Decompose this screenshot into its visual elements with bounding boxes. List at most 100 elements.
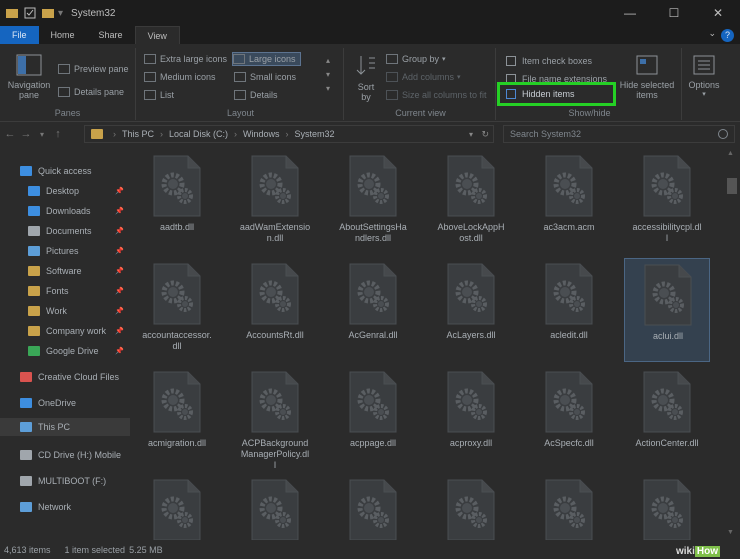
file-tile[interactable]: aclui.dll [624, 258, 710, 362]
refresh-icon[interactable]: ↻ [481, 129, 489, 140]
file-tile[interactable]: acproxy.dll [428, 366, 514, 470]
sidebar-item[interactable]: CD Drive (H:) Mobile [0, 446, 130, 464]
quick-access-dropdown-icon[interactable]: ▾ [58, 8, 63, 19]
file-tile[interactable]: acledit.dll [526, 258, 612, 362]
tab-share[interactable]: Share [87, 26, 135, 44]
back-arrow-icon[interactable]: ← [2, 128, 18, 140]
breadcrumb-this-pc[interactable]: This PC [122, 129, 154, 139]
file-tile[interactable]: ac3acm.acm [526, 150, 612, 254]
close-icon[interactable]: ✕ [696, 0, 740, 26]
sidebar-item[interactable]: Google Drive 📌 [0, 342, 130, 360]
preview-pane-button[interactable]: Preview pane [58, 62, 129, 76]
breadcrumb-system32[interactable]: System32 [295, 129, 335, 139]
file-name-line: acproxy.dll [449, 438, 493, 448]
file-tile[interactable]: accountaccessor. dll [134, 258, 220, 362]
tab-file[interactable]: File [0, 26, 39, 44]
file-tile[interactable]: accessibilitycpl.dl l [624, 150, 710, 254]
item-check-boxes-toggle[interactable]: Item check boxes [506, 54, 592, 68]
hide-selected-items-button[interactable]: Hide selected items [616, 54, 678, 100]
sidebar-item[interactable]: Documents 📌 [0, 222, 130, 240]
file-tile[interactable]: AcGenral.dll [330, 258, 416, 362]
dll-file-icon [349, 479, 397, 540]
file-name-line: accountaccessor. [142, 330, 212, 340]
file-tile[interactable]: AcSpecfc.dll [526, 366, 612, 470]
breadcrumb-windows[interactable]: Windows [243, 129, 280, 139]
minimize-icon[interactable]: — [608, 0, 652, 26]
sidebar-item[interactable]: Creative Cloud Files [0, 368, 130, 386]
options-button[interactable]: Options ▾ [684, 54, 724, 100]
maximize-icon[interactable]: ☐ [652, 0, 696, 26]
sidebar-item[interactable]: Software 📌 [0, 262, 130, 280]
file-tile-partial[interactable] [624, 474, 710, 540]
new-folder-icon[interactable] [42, 7, 54, 19]
collapse-ribbon-icon[interactable]: ⌄ [708, 28, 716, 39]
file-tile[interactable]: acppage.dll [330, 366, 416, 470]
file-tile-partial[interactable] [330, 474, 416, 540]
layout-medium-icons[interactable]: Medium icons [144, 70, 216, 84]
sidebar-item[interactable]: This PC [0, 418, 130, 436]
file-tile-partial[interactable] [428, 474, 514, 540]
layout-large-icons[interactable]: Large icons [232, 52, 301, 66]
tab-view[interactable]: View [134, 26, 180, 44]
chevron-right-icon[interactable]: › [113, 129, 116, 139]
sort-by-button[interactable]: Sort by [352, 54, 380, 102]
sidebar-item[interactable]: Network [0, 498, 130, 516]
group-by-button[interactable]: Group by ▾ [386, 52, 446, 66]
chevron-right-icon[interactable]: › [234, 129, 237, 139]
sidebar-item[interactable]: Downloads 📌 [0, 202, 130, 220]
layout-scroll-icon[interactable]: ▴ ▾ ▾ [326, 54, 330, 96]
tab-home[interactable]: Home [39, 26, 87, 44]
layout-list[interactable]: List [144, 88, 174, 102]
scroll-up-icon[interactable]: ▲ [727, 150, 734, 157]
file-tile[interactable]: ACPBackground ManagerPolicy.dl l [232, 366, 318, 470]
file-tile[interactable]: aadWamExtensio n.dll [232, 150, 318, 254]
layout-details[interactable]: Details [234, 88, 278, 102]
file-tile[interactable]: AcLayers.dll [428, 258, 514, 362]
vertical-scrollbar[interactable]: ▲ ▼ [724, 146, 740, 540]
file-tile-partial[interactable] [232, 474, 318, 540]
layout-extra-large-icons[interactable]: Extra large icons [144, 52, 227, 66]
sidebar-item[interactable]: Desktop 📌 [0, 182, 130, 200]
file-tile-partial[interactable] [134, 474, 220, 540]
properties-check-icon[interactable] [24, 7, 36, 19]
file-name-line: ACPBackground [241, 438, 309, 448]
search-input[interactable]: Search System32 [503, 125, 735, 143]
sidebar-item[interactable]: Work 📌 [0, 302, 130, 320]
address-dropdown-icon[interactable]: ▾ [469, 130, 473, 139]
pin-icon: 📌 [115, 348, 124, 355]
add-columns-button[interactable]: Add columns ▾ [386, 70, 461, 84]
hidden-items-toggle[interactable]: Hidden items [497, 82, 616, 106]
details-pane-button[interactable]: Details pane [58, 85, 124, 99]
pin-icon: 📌 [115, 328, 124, 335]
address-bar[interactable]: › This PC › Local Disk (C:) › Windows › … [84, 125, 494, 143]
file-tile[interactable]: AboutSettingsHa ndlers.dll [330, 150, 416, 254]
sidebar-item[interactable]: Company work 📌 [0, 322, 130, 340]
navigation-pane-button[interactable]: Navigation pane [4, 54, 54, 100]
sidebar-item[interactable]: OneDrive [0, 394, 130, 412]
sidebar-item[interactable]: MULTIBOOT (F:) [0, 472, 130, 490]
sidebar-item-label: CD Drive (H:) Mobile [38, 450, 122, 460]
layout-small-icons[interactable]: Small icons [234, 70, 296, 84]
size-columns-button[interactable]: Size all columns to fit [386, 88, 487, 102]
file-tile[interactable]: AccountsRt.dll [232, 258, 318, 362]
file-tile-partial[interactable] [526, 474, 612, 540]
scrollbar-thumb[interactable] [727, 178, 737, 194]
file-tile[interactable]: aadtb.dll [134, 150, 220, 254]
sidebar-item[interactable]: Quick access [0, 162, 130, 180]
chevron-right-icon[interactable]: › [286, 129, 289, 139]
ribbon-tabs: File Home Share View [0, 26, 740, 44]
help-icon[interactable]: ? [721, 29, 734, 42]
folder-icon [28, 306, 40, 316]
file-tile[interactable]: ActionCenter.dll [624, 366, 710, 470]
breadcrumb-local-disk[interactable]: Local Disk (C:) [169, 129, 228, 139]
item-count: 4,613 items [4, 544, 51, 555]
chevron-right-icon[interactable]: › [160, 129, 163, 139]
sidebar-item[interactable]: Pictures 📌 [0, 242, 130, 260]
file-tile[interactable]: AboveLockAppH ost.dll [428, 150, 514, 254]
recent-locations-icon[interactable]: ▾ [34, 130, 50, 139]
up-arrow-icon[interactable]: ↑ [50, 128, 66, 140]
sidebar-item[interactable]: Fonts 📌 [0, 282, 130, 300]
forward-arrow-icon[interactable]: → [18, 128, 34, 140]
scroll-down-icon[interactable]: ▼ [727, 529, 734, 536]
file-tile[interactable]: acmigration.dll [134, 366, 220, 470]
